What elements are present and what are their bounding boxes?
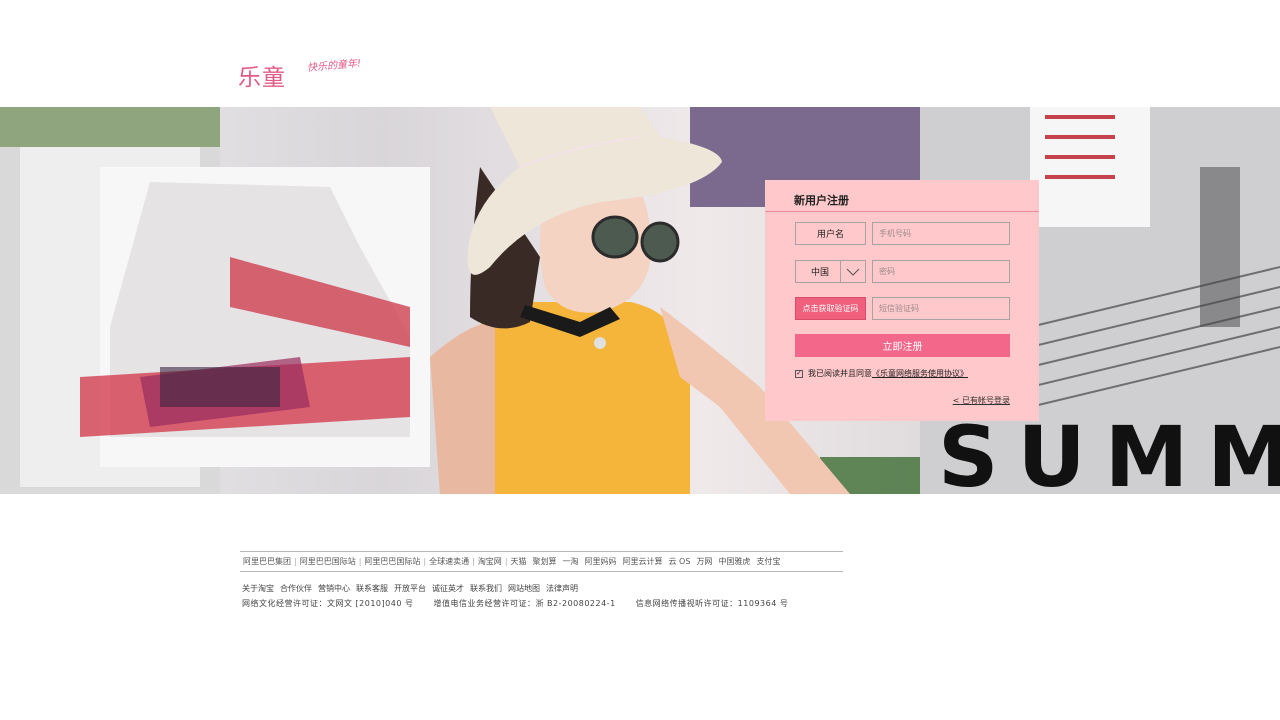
agreement-row: ✓ 我已阅读并且同意 《乐童网络服务使用协议》 [795, 368, 968, 379]
footer-secondary-link[interactable]: 诚征英才 [432, 583, 464, 594]
title-divider [765, 211, 1039, 212]
country-select-value: 中国 [811, 268, 830, 278]
footer-link[interactable]: 淘宝网 [475, 556, 505, 567]
phone-input[interactable] [879, 229, 1009, 238]
country-select[interactable]: 中国 [795, 260, 866, 283]
register-panel: 新用户注册 用户名 中国 点击获取验证码 立即注册 ✓ 我已阅读并且同意 《乐童… [765, 180, 1039, 421]
chevron-down-icon[interactable] [840, 261, 865, 282]
footer-link[interactable]: 中国雅虎 [715, 556, 753, 567]
password-field[interactable] [872, 260, 1010, 283]
site-slogan: 快乐的童年! [306, 58, 362, 74]
agreement-text: 我已阅读并且同意 [808, 369, 872, 378]
hero-banner: SUMM [0, 107, 1280, 494]
register-submit-button[interactable]: 立即注册 [795, 334, 1010, 357]
agreement-link[interactable]: 《乐童网络服务使用协议》 [872, 368, 968, 379]
sms-code-input[interactable] [879, 304, 1009, 313]
phone-field[interactable] [872, 222, 1010, 245]
footer-secondary-link[interactable]: 关于淘宝 [242, 583, 274, 594]
footer-licenses: 网络文化经营许可证：文网文 [2010]040 号 增值电信业务经营许可证：浙 … [242, 598, 788, 609]
footer-link[interactable]: 阿里巴巴国际站 [361, 556, 423, 567]
footer-link[interactable]: 天猫 [508, 556, 530, 567]
footer-link[interactable]: 阿里云计算 [620, 556, 666, 567]
footer-links: 阿里巴巴集团 | 阿里巴巴国际站 | 阿里巴巴国际站 | 全球速卖通 | 淘宝网 | 天猫… [240, 551, 843, 572]
footer-secondary-link[interactable]: 联系客服 [356, 583, 388, 594]
footer-link[interactable]: 万网 [693, 556, 715, 567]
site-logo[interactable]: 乐童 [238, 58, 286, 92]
license-text: 网络文化经营许可证：文网文 [2010]040 号 [242, 599, 414, 608]
footer-secondary-link[interactable]: 网站地图 [508, 583, 540, 594]
footer-secondary-link[interactable]: 开放平台 [394, 583, 426, 594]
get-code-button[interactable]: 点击获取验证码 [795, 297, 866, 320]
footer-link[interactable]: 支付宝 [753, 556, 783, 567]
banner-summer-text: SUMM [938, 408, 1280, 494]
password-input[interactable] [879, 267, 1009, 276]
footer-link[interactable]: 阿里巴巴集团 [240, 556, 294, 567]
footer-link[interactable]: 阿里妈妈 [582, 556, 620, 567]
footer-link[interactable]: 聚划算 [530, 556, 560, 567]
footer-secondary-link[interactable]: 营销中心 [318, 583, 350, 594]
username-label: 用户名 [795, 222, 866, 245]
register-title: 新用户注册 [794, 194, 849, 207]
footer-secondary-link[interactable]: 联系我们 [470, 583, 502, 594]
footer-secondary-links: 关于淘宝 合作伙伴 营销中心 联系客服 开放平台 诚征英才 联系我们 网站地图 … [242, 583, 578, 594]
sms-code-field[interactable] [872, 297, 1010, 320]
footer-link[interactable]: 云 OS [666, 556, 694, 567]
footer-link[interactable]: 阿里巴巴国际站 [297, 556, 359, 567]
agreement-checkbox[interactable]: ✓ [795, 369, 803, 378]
footer-link[interactable]: 一淘 [560, 556, 582, 567]
footer-link[interactable]: 全球速卖通 [426, 556, 472, 567]
license-text: 增值电信业务经营许可证：浙 B2-20080224-1 [433, 599, 616, 608]
footer-secondary-link[interactable]: 合作伙伴 [280, 583, 312, 594]
login-link[interactable]: < 已有帐号登录 [953, 395, 1010, 406]
footer-secondary-link[interactable]: 法律声明 [546, 583, 578, 594]
license-text: 信息网络传播视听许可证：1109364 号 [635, 599, 789, 608]
